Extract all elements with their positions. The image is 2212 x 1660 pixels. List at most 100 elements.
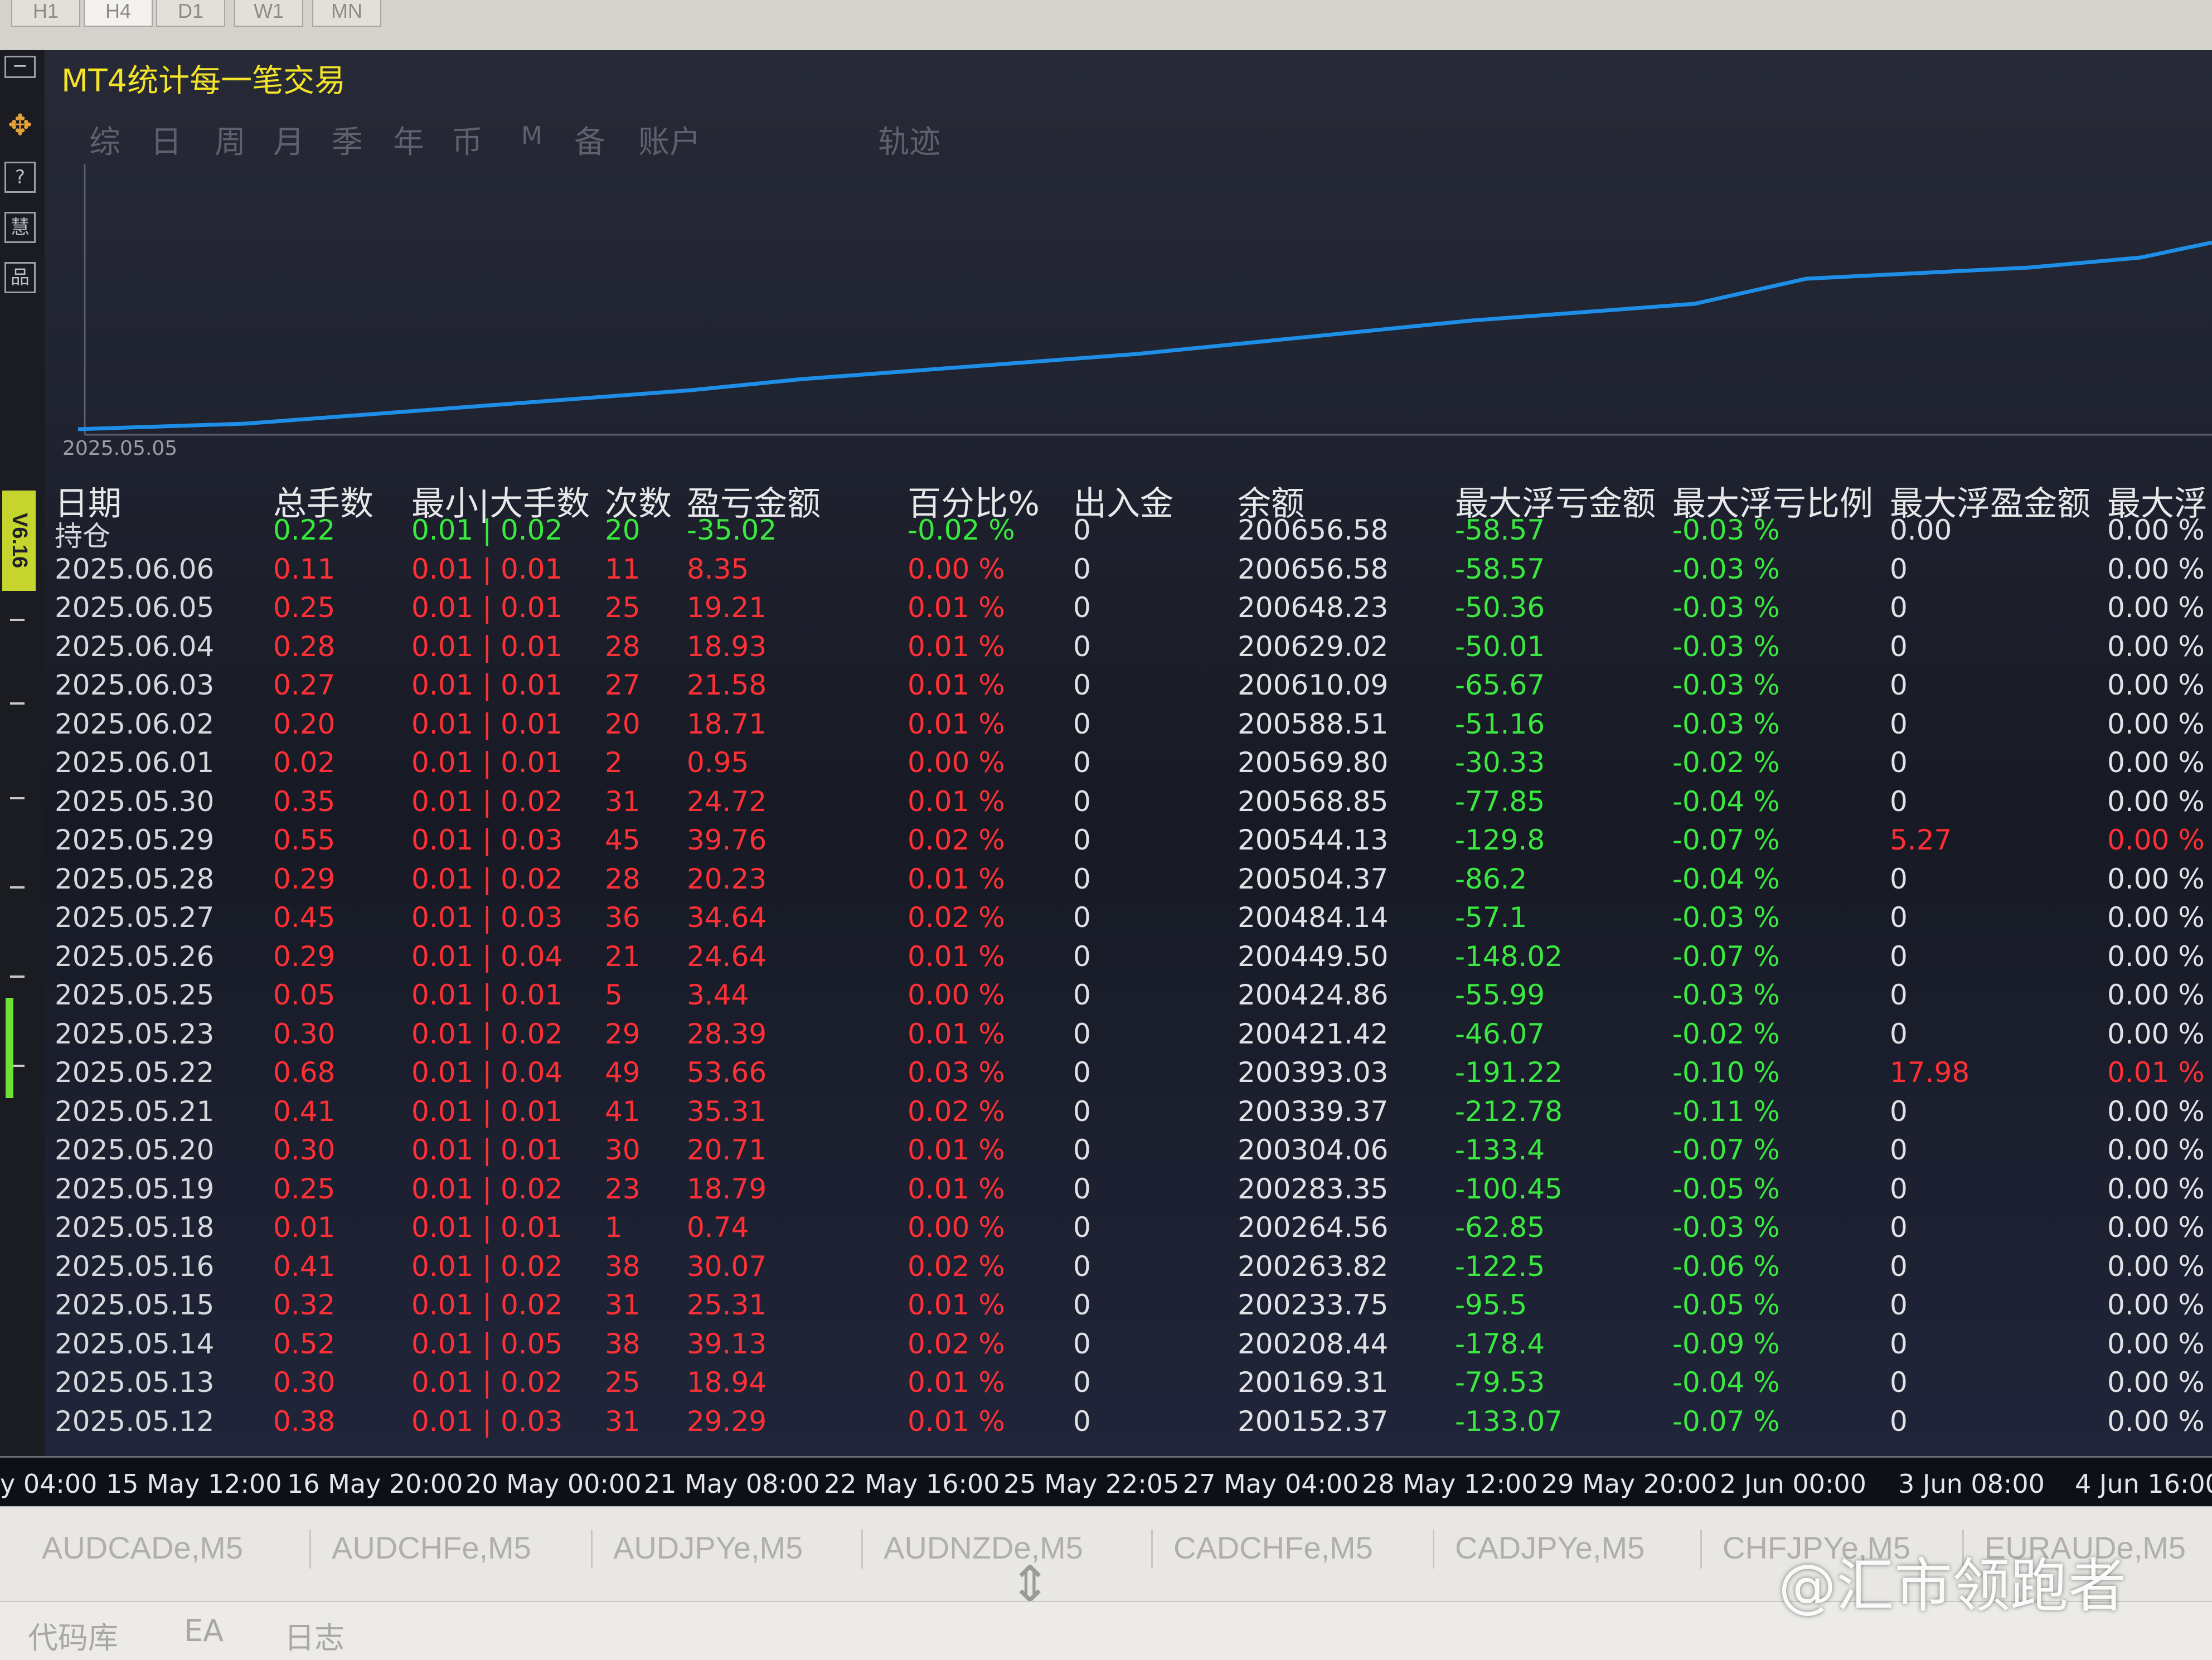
cell-balance: 200264.56 <box>1238 1211 1389 1244</box>
cell-balance: 200648.23 <box>1238 591 1389 624</box>
symbol-tab[interactable]: AUDNZDe,M5 <box>884 1530 1083 1566</box>
tab-month[interactable]: 月 <box>273 117 304 162</box>
time-axis-label: 20 May 00:00 <box>465 1469 642 1499</box>
minimize-icon[interactable]: − <box>4 56 36 78</box>
cell-max-dd-amount: -86.2 <box>1455 863 1527 895</box>
cell-max-dd-amount: -62.85 <box>1455 1211 1545 1244</box>
timeframe-w1-button[interactable]: W1 <box>234 0 303 27</box>
window-icon[interactable]: 品 <box>4 262 36 293</box>
cell-max-fp-ratio: 0.00 % <box>2107 553 2205 585</box>
symbol-tab[interactable]: CADCHFe,M5 <box>1173 1530 1373 1566</box>
candle-bar <box>6 998 13 1098</box>
cell-max-dd-ratio: -0.02 % <box>1672 746 1780 779</box>
cell-balance: 200568.85 <box>1238 785 1389 818</box>
cell-date: 2025.05.19 <box>55 1173 215 1205</box>
cell-max-fp-amount: 0 <box>1890 746 1908 779</box>
time-axis-label: 15 May 12:00 <box>106 1469 282 1499</box>
cell-balance: 200169.31 <box>1238 1366 1389 1399</box>
tab-separator <box>1433 1530 1434 1569</box>
tab-quarter[interactable]: 季 <box>332 117 363 162</box>
tab-summary[interactable]: 综 <box>89 117 120 162</box>
tab-journal[interactable]: 日志 <box>284 1613 345 1657</box>
cell-total-lots: 0.25 <box>273 591 336 624</box>
timeframe-h1-button[interactable]: H1 <box>11 0 80 27</box>
tab-week[interactable]: 周 <box>215 117 246 162</box>
move-arrows-icon[interactable]: ✥ <box>4 111 36 143</box>
cell-deposit: 0 <box>1073 1018 1091 1050</box>
cell-max-fp-amount: 0 <box>1890 630 1908 663</box>
cell-max-dd-ratio: -0.03 % <box>1672 708 1780 740</box>
symbol-tab[interactable]: AUDJPYe,M5 <box>613 1530 803 1566</box>
cell-pnl: 25.31 <box>687 1289 767 1321</box>
cell-date: 2025.05.13 <box>55 1366 215 1399</box>
cell-max-fp-ratio: 0.00 % <box>2107 1405 2205 1438</box>
cell-balance: 200339.37 <box>1238 1095 1389 1128</box>
tab-day[interactable]: 日 <box>151 117 182 162</box>
cell-min-max-lots: 0.01 | 0.01 <box>411 1134 563 1166</box>
cell-deposit: 0 <box>1073 746 1091 779</box>
cell-percent: 0.02 % <box>908 1250 1005 1283</box>
cell-max-dd-amount: -55.99 <box>1455 979 1545 1011</box>
cell-max-dd-amount: -212.78 <box>1455 1095 1563 1128</box>
tab-ea[interactable]: EA <box>184 1613 224 1648</box>
cell-total-lots: 0.02 <box>273 746 336 779</box>
timeframe-mn-button[interactable]: MN <box>312 0 381 27</box>
timeframe-d1-button[interactable]: D1 <box>156 0 225 27</box>
cell-balance: 200504.37 <box>1238 863 1389 895</box>
cell-max-dd-amount: -79.53 <box>1455 1366 1545 1399</box>
cell-pnl: 18.79 <box>687 1173 767 1205</box>
timeframe-h4-button[interactable]: H4 <box>84 0 153 27</box>
cell-pnl: 19.21 <box>687 591 767 624</box>
cell-date: 2025.05.15 <box>55 1289 215 1321</box>
cell-count: 30 <box>605 1134 641 1166</box>
tab-code-base[interactable]: 代码库 <box>28 1613 118 1657</box>
tab-m[interactable]: M <box>521 122 542 150</box>
cell-balance: 200233.75 <box>1238 1289 1389 1321</box>
cell-max-dd-ratio: -0.03 % <box>1672 901 1780 934</box>
cell-max-fp-ratio: 0.00 % <box>2107 863 2205 895</box>
cell-min-max-lots: 0.01 | 0.01 <box>411 1211 563 1244</box>
cell-pnl: 24.64 <box>687 940 767 973</box>
cell-min-max-lots: 0.01 | 0.02 <box>411 1173 563 1205</box>
tab-currency[interactable]: 币 <box>452 117 483 162</box>
cell-max-fp-amount: 0 <box>1890 591 1908 624</box>
cell-max-fp-ratio: 0.00 % <box>2107 630 2205 663</box>
cell-pnl: 53.66 <box>687 1056 767 1089</box>
tab-trajectory[interactable]: 轨迹 <box>878 117 940 162</box>
time-axis-label: 16 May 20:00 <box>287 1469 463 1499</box>
tab-separator <box>1700 1530 1702 1569</box>
cell-max-fp-ratio: 0.00 % <box>2107 785 2205 818</box>
cell-deposit: 0 <box>1073 1366 1091 1399</box>
cell-max-dd-amount: -122.5 <box>1455 1250 1545 1283</box>
cell-count: 45 <box>605 824 641 856</box>
cell-max-fp-amount: 0 <box>1890 863 1908 895</box>
cell-percent: 0.00 % <box>908 746 1005 779</box>
tab-year[interactable]: 年 <box>393 117 424 162</box>
symbol-tab[interactable]: AUDCADe,M5 <box>42 1530 243 1566</box>
cell-balance: 200208.44 <box>1238 1328 1389 1360</box>
cell-count: 1 <box>605 1211 623 1244</box>
symbol-tab[interactable]: CADJPYe,M5 <box>1455 1530 1645 1566</box>
cell-balance: 200263.82 <box>1238 1250 1389 1283</box>
tab-account[interactable]: 账户 <box>638 117 701 162</box>
cell-pnl: 29.29 <box>687 1405 767 1438</box>
cell-percent: 0.01 % <box>908 940 1005 973</box>
cell-percent: 0.01 % <box>908 1018 1005 1050</box>
cell-max-fp-ratio: 0.00 % <box>2107 1018 2205 1050</box>
cell-max-dd-ratio: -0.03 % <box>1672 591 1780 624</box>
cell-pnl: 8.35 <box>687 553 749 585</box>
cell-max-dd-ratio: -0.04 % <box>1672 863 1780 895</box>
version-badge: V6.16 <box>2 491 36 591</box>
cell-pnl: 18.93 <box>687 630 767 663</box>
tab-backup[interactable]: 备 <box>574 117 605 162</box>
help-icon[interactable]: ? <box>4 162 36 193</box>
cell-max-fp-ratio: 0.00 % <box>2107 591 2205 624</box>
stats-icon[interactable]: 慧 <box>4 212 36 243</box>
cell-max-fp-amount: 0 <box>1890 1366 1908 1399</box>
cell-pnl: 34.64 <box>687 901 767 934</box>
cell-balance: 200424.86 <box>1238 979 1389 1011</box>
cell-deposit: 0 <box>1073 940 1091 973</box>
cell-total-lots: 0.45 <box>273 901 336 934</box>
cell-total-lots: 0.32 <box>273 1289 336 1321</box>
symbol-tab[interactable]: AUDCHFe,M5 <box>332 1530 531 1566</box>
